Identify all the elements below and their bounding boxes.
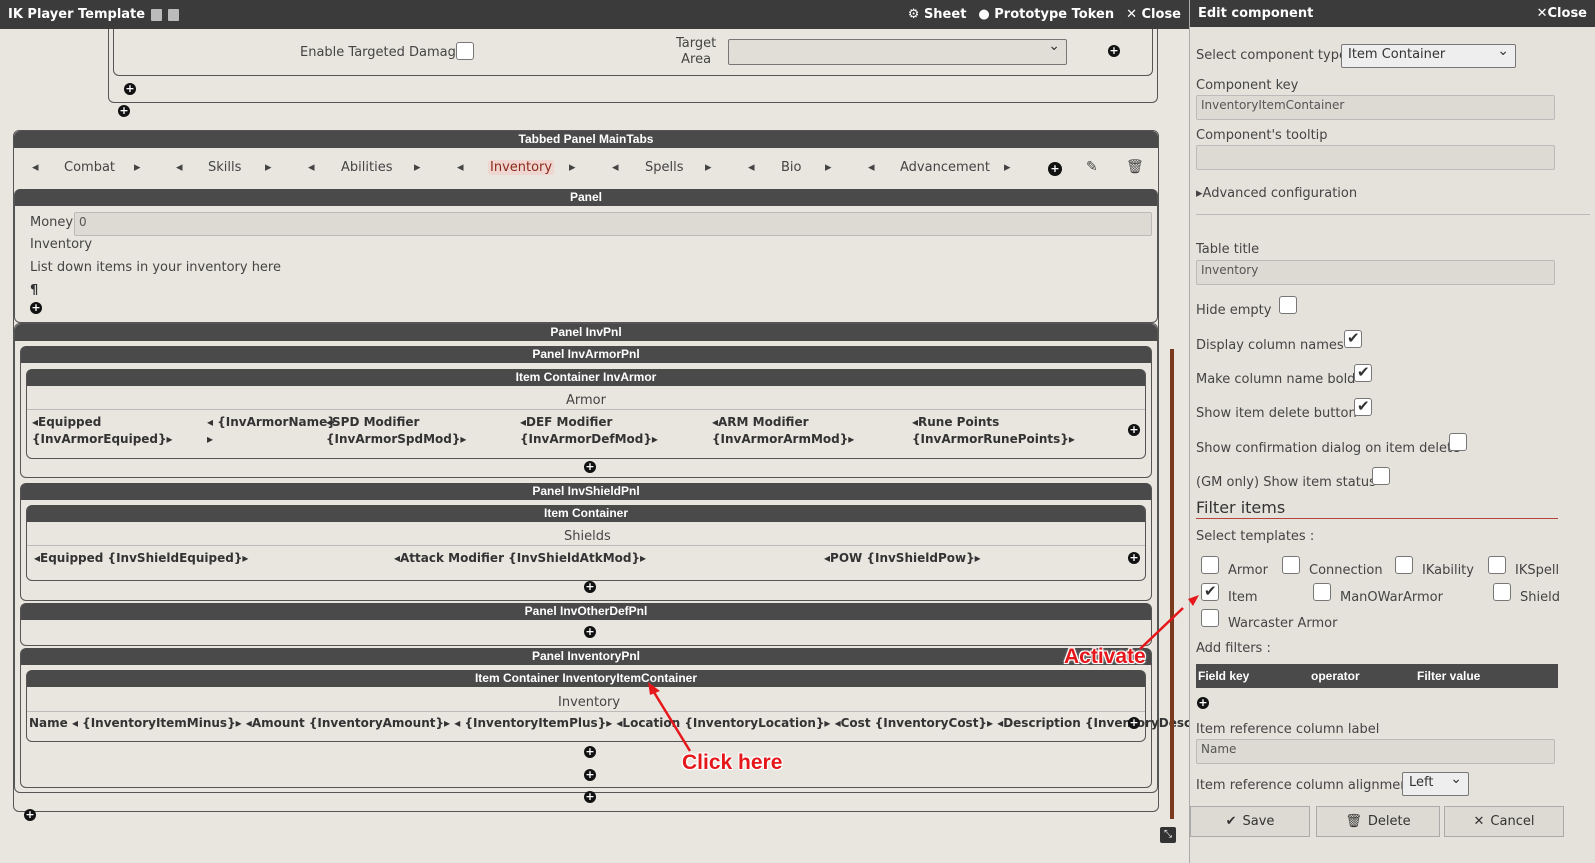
gm-status-label: (GM only) Show item status: [1196, 475, 1376, 490]
close-window-button[interactable]: ✕ Close: [1126, 7, 1181, 22]
close-icon: ✕: [1473, 814, 1485, 829]
arrow-click: [650, 688, 692, 752]
annotation-click-here: Click here: [682, 751, 783, 774]
cancel-button[interactable]: ✕ Cancel: [1444, 806, 1564, 837]
template-item-label: Item: [1228, 590, 1258, 605]
close-panel-button[interactable]: ✕Close: [1537, 6, 1587, 21]
hide-empty-checkbox[interactable]: [1279, 296, 1297, 314]
confirm-delete-checkbox[interactable]: [1449, 433, 1467, 451]
select-templates-label: Select templates :: [1196, 529, 1315, 544]
template-connection-checkbox[interactable]: [1282, 556, 1300, 574]
template-item-checkbox[interactable]: [1201, 582, 1219, 601]
show-delete-checkbox[interactable]: [1354, 397, 1372, 416]
file-icon[interactable]: [168, 8, 180, 21]
filter-table-header: Field key operator Filter value: [1196, 664, 1558, 688]
window-titlebar: IK Player Template ⚙ Sheet ● Prototype T…: [0, 0, 1189, 29]
edit-component-title: Edit component: [1198, 6, 1314, 21]
save-button[interactable]: ✔ Save: [1190, 806, 1310, 837]
tooltip-input[interactable]: [1196, 145, 1555, 170]
edit-component-header: Edit component ✕Close: [1190, 0, 1595, 27]
bold-cols-checkbox[interactable]: [1354, 363, 1372, 382]
template-ikability-checkbox[interactable]: [1395, 556, 1413, 574]
ref-label-input[interactable]: Name: [1196, 739, 1555, 764]
edit-component-panel: Edit component ✕Close Select component t…: [1188, 0, 1595, 863]
template-shield-checkbox[interactable]: [1493, 583, 1511, 601]
table-title-input[interactable]: Inventory: [1196, 260, 1555, 285]
prototype-token-button[interactable]: ● Prototype Token: [978, 7, 1114, 22]
display-cols-label: Display column names: [1196, 338, 1344, 353]
bold-cols-label: Make column name bold: [1196, 372, 1356, 387]
ref-align-select[interactable]: Left: [1402, 771, 1469, 796]
add-filter-icon[interactable]: +: [1197, 697, 1209, 709]
template-armor-label: Armor: [1228, 563, 1268, 578]
template-ikspell-label: IKSpell: [1515, 563, 1560, 578]
show-delete-label: Show item delete button: [1196, 406, 1357, 421]
template-armor-checkbox[interactable]: [1201, 556, 1219, 574]
arrow-activate: [1139, 607, 1184, 650]
user-circle-icon: ●: [978, 7, 990, 22]
filter-col-fieldkey: Field key: [1198, 669, 1250, 683]
filter-items-title: Filter items: [1196, 498, 1286, 517]
filter-col-operator: operator: [1311, 669, 1360, 683]
template-manowararmor-label: ManOWarArmor: [1340, 590, 1443, 605]
template-warcaster-checkbox[interactable]: [1201, 609, 1219, 627]
add-filters-label: Add filters :: [1196, 641, 1271, 656]
trash-icon: 🗑: [1345, 814, 1362, 829]
ref-align-label: Item reference column alignment: [1196, 778, 1414, 793]
template-manowararmor-checkbox[interactable]: [1313, 583, 1331, 601]
tooltip-label: Component's tooltip: [1196, 128, 1328, 143]
gm-status-checkbox[interactable]: [1372, 467, 1390, 485]
component-type-select[interactable]: Item Container: [1341, 43, 1516, 68]
template-connection-label: Connection: [1309, 563, 1383, 578]
filter-col-value: Filter value: [1417, 669, 1481, 683]
check-icon: ✔: [1225, 814, 1237, 829]
sheet-button[interactable]: ⚙ Sheet: [908, 7, 967, 22]
template-warcaster-label: Warcaster Armor: [1228, 616, 1338, 631]
divider: [1196, 518, 1558, 519]
template-ikability-label: IKability: [1422, 563, 1474, 578]
advanced-config-toggle[interactable]: ▸Advanced configuration: [1196, 186, 1357, 201]
annotation-arrows: [648, 607, 1184, 752]
document-icon[interactable]: [151, 8, 163, 21]
confirm-delete-label: Show confirmation dialog on item delete: [1196, 441, 1461, 456]
arrow-click-head: [648, 682, 660, 695]
component-key-input[interactable]: InventoryItemContainer: [1196, 95, 1555, 120]
ref-label-label: Item reference column label: [1196, 722, 1380, 737]
component-type-label: Select component type: [1196, 48, 1347, 63]
sheet-editor: Enable Targeted Damage Target Area + + +…: [0, 29, 1189, 863]
template-ikspell-checkbox[interactable]: [1488, 556, 1506, 574]
close-icon: ✕: [1126, 7, 1137, 22]
delete-button[interactable]: 🗑 Delete: [1316, 806, 1440, 837]
divider: [1196, 214, 1590, 215]
annotation-activate: Activate: [1064, 645, 1146, 668]
table-title-label: Table title: [1196, 242, 1260, 257]
display-cols-checkbox[interactable]: [1344, 329, 1362, 348]
close-icon: ✕: [1536, 6, 1548, 21]
window-title: IK Player Template: [8, 7, 146, 22]
hide-empty-label: Hide empty: [1196, 303, 1272, 318]
component-key-label: Component key: [1196, 78, 1299, 93]
template-shield-label: Shield: [1520, 590, 1560, 605]
gear-icon: ⚙: [907, 7, 920, 22]
